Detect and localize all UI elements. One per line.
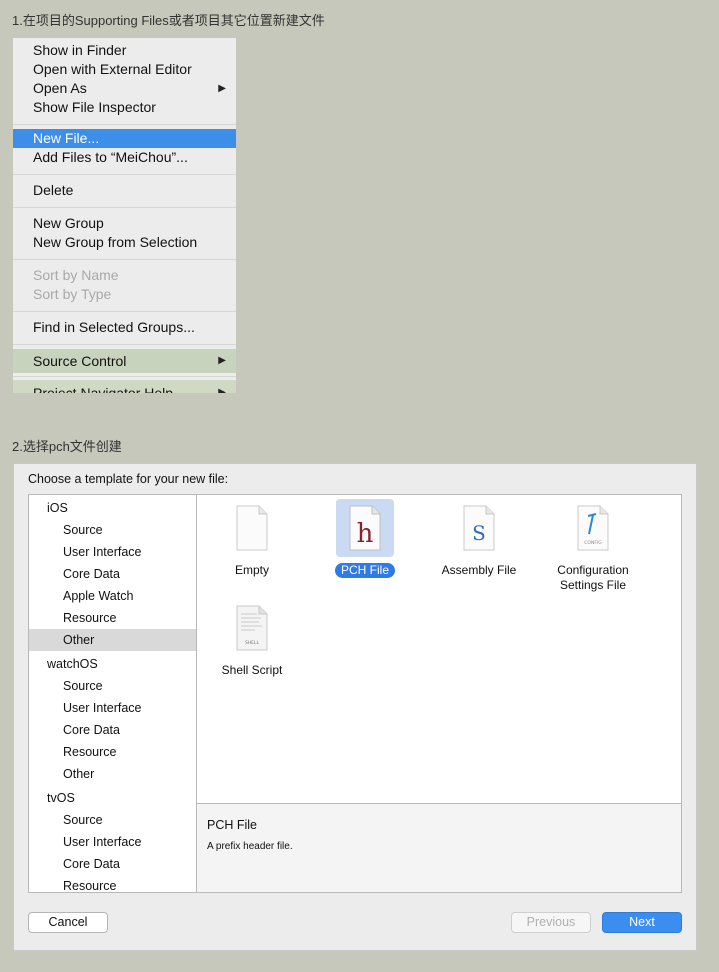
svg-text:SHELL: SHELL (245, 640, 260, 646)
sidebar-item-resource[interactable]: Resource (29, 741, 196, 763)
menu-item-new-file[interactable]: New File... (13, 129, 236, 148)
submenu-arrow-icon: ▶ (218, 83, 226, 94)
menu-item-sort-by-type: Sort by Type (33, 286, 112, 302)
template-pch-file[interactable]: h PCH File (310, 499, 420, 578)
menu-item-delete[interactable]: Delete (13, 181, 236, 200)
shell-script-icon: SHELL (236, 605, 268, 651)
cancel-button[interactable]: Cancel (28, 912, 108, 933)
svg-text:h: h (357, 519, 374, 549)
template-dialog: Choose a template for your new file: iOS… (13, 463, 697, 951)
menu-item-label: Source Control (33, 353, 127, 369)
sidebar-item-core-data[interactable]: Core Data (29, 853, 196, 875)
svg-text:CONFIG: CONFIG (584, 540, 602, 546)
menu-item-add-files[interactable]: Add Files to “MeiChou”... (13, 148, 236, 167)
template-label: Assembly File (441, 563, 517, 577)
assembly-file-icon: S (463, 505, 495, 551)
template-label: Empty (234, 563, 269, 577)
dialog-title: Choose a template for your new file: (28, 472, 229, 486)
step-2-caption: 2.选择pch文件创建 (12, 439, 122, 454)
next-button[interactable]: Next (602, 912, 682, 933)
template-category-sidebar: iOS Source User Interface Core Data Appl… (29, 495, 197, 892)
description-text: A prefix header file. (207, 841, 293, 852)
sidebar-item-resource[interactable]: Resource (29, 607, 196, 629)
menu-item-label: Project Navigator Help (33, 385, 174, 393)
menu-item-label: Open As (33, 80, 87, 96)
svg-text:S: S (472, 521, 486, 545)
sidebar-item-user-interface[interactable]: User Interface (29, 541, 196, 563)
sidebar-item-source[interactable]: Source (29, 519, 196, 541)
submenu-arrow-icon: ▶ (218, 387, 226, 393)
menu-separator (13, 376, 236, 377)
menu-separator (13, 259, 236, 260)
menu-separator (13, 344, 236, 345)
sidebar-item-source[interactable]: Source (29, 675, 196, 697)
previous-button[interactable]: Previous (511, 912, 591, 933)
menu-separator (13, 311, 236, 312)
template-empty[interactable]: Empty (197, 499, 307, 578)
menu-item-sort-by-name: Sort by Name (33, 267, 119, 283)
sidebar-item-resource[interactable]: Resource (29, 875, 196, 892)
template-description-pane: PCH File A prefix header file. (197, 803, 681, 892)
template-label: Shell Script (221, 663, 283, 677)
menu-item-show-file-inspector[interactable]: Show File Inspector (13, 98, 236, 117)
template-label: PCH File (334, 563, 395, 578)
config-file-icon: CONFIG (577, 505, 609, 551)
template-configuration-settings-file[interactable]: CONFIG Configuration Settings File (538, 499, 648, 593)
menu-separator (13, 124, 236, 125)
menu-item-new-group[interactable]: New Group (13, 214, 236, 233)
sidebar-item-other[interactable]: Other (29, 763, 196, 785)
dialog-body: iOS Source User Interface Core Data Appl… (28, 494, 682, 893)
submenu-arrow-icon: ▶ (218, 355, 226, 366)
template-grid: Empty h PCH File S Assembly File CONFIG … (197, 495, 681, 803)
menu-separator (13, 174, 236, 175)
template-shell-script[interactable]: SHELL Shell Script (197, 599, 307, 678)
sidebar-platform-tvos[interactable]: tvOS (29, 787, 196, 809)
menu-separator (13, 207, 236, 208)
sidebar-platform-watchos[interactable]: watchOS (29, 653, 196, 675)
menu-item-new-group-from-selection[interactable]: New Group from Selection (13, 233, 236, 252)
menu-item-find-in-selected-groups[interactable]: Find in Selected Groups... (13, 318, 236, 337)
sidebar-platform-ios[interactable]: iOS (29, 497, 196, 519)
sidebar-item-user-interface[interactable]: User Interface (29, 831, 196, 853)
context-menu: Show in Finder Open with External Editor… (13, 38, 236, 393)
sidebar-item-core-data[interactable]: Core Data (29, 719, 196, 741)
sidebar-item-user-interface[interactable]: User Interface (29, 697, 196, 719)
header-file-icon: h (349, 505, 381, 551)
sidebar-item-apple-watch[interactable]: Apple Watch (29, 585, 196, 607)
empty-file-icon (236, 505, 268, 551)
sidebar-item-other[interactable]: Other (29, 629, 196, 651)
sidebar-item-core-data[interactable]: Core Data (29, 563, 196, 585)
menu-item-open-as[interactable]: Open As ▶ (13, 79, 236, 98)
template-assembly-file[interactable]: S Assembly File (424, 499, 534, 578)
description-title: PCH File (207, 818, 258, 832)
menu-item-source-control[interactable]: Source Control ▶ (13, 349, 236, 373)
step-1-caption: 1.在项目的Supporting Files或者项目其它位置新建文件 (12, 13, 325, 28)
menu-item-project-navigator-help[interactable]: Project Navigator Help ▶ (13, 380, 236, 393)
menu-item-open-external-editor[interactable]: Open with External Editor (13, 60, 236, 79)
sidebar-item-source[interactable]: Source (29, 809, 196, 831)
menu-item-show-in-finder[interactable]: Show in Finder (13, 41, 236, 60)
template-label: Configuration Settings File (557, 563, 629, 592)
